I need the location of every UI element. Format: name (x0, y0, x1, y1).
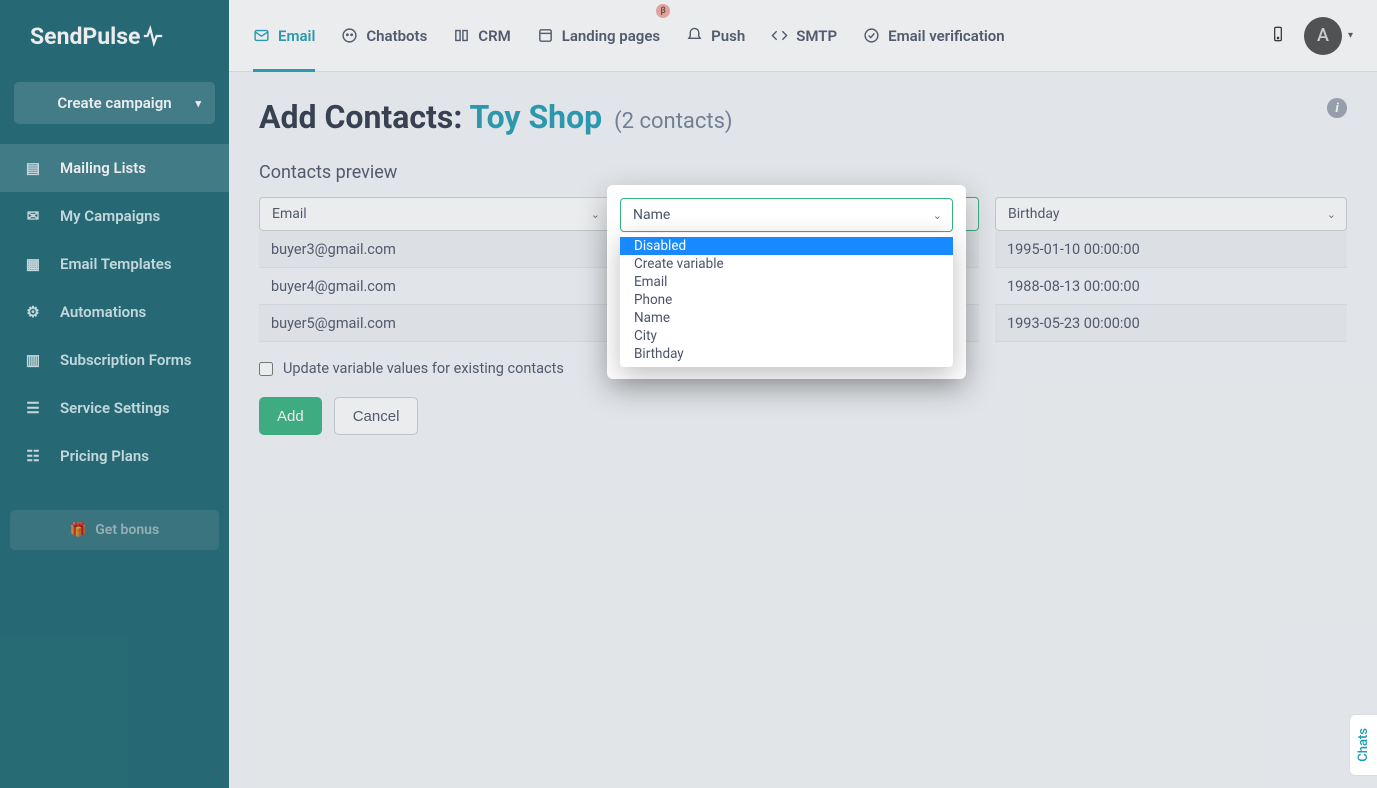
add-button[interactable]: Add (259, 397, 322, 435)
template-icon: ▦ (22, 255, 44, 273)
tab-email[interactable]: Email (253, 0, 315, 72)
user-avatar[interactable]: A (1304, 17, 1342, 55)
pricing-icon: ☷ (22, 447, 44, 465)
crm-icon (453, 27, 470, 44)
top-nav: Email Chatbots CRM Landing pages β Push … (229, 0, 1377, 72)
cancel-button[interactable]: Cancel (334, 397, 419, 435)
tab-chatbots[interactable]: Chatbots (341, 0, 427, 72)
contact-count: (2 contacts) (614, 109, 732, 134)
cell-email: buyer5@gmail.com (259, 305, 611, 342)
pulse-icon (142, 25, 164, 47)
variable-dropdown: Disabled Create variable Email Phone Nam… (620, 233, 953, 367)
cell-birthday: 1993-05-23 00:00:00 (995, 305, 1347, 342)
info-icon[interactable]: i (1327, 98, 1347, 118)
column-select-name-open[interactable]: Name⌄ (620, 198, 953, 232)
collapse-sidebar[interactable]: ‹ (214, 759, 219, 780)
chevron-down-icon: ⌄ (591, 208, 600, 221)
beta-badge: β (656, 4, 670, 18)
chatbot-icon (341, 27, 358, 44)
tab-email-verification[interactable]: Email verification (863, 0, 1005, 72)
sidebar: SendPulse Create campaign ▾ ▤ Mailing Li… (0, 0, 229, 788)
update-variables-checkbox[interactable] (259, 362, 273, 376)
cell-email: buyer3@gmail.com (259, 231, 611, 268)
chevron-down-icon: ▾ (195, 97, 201, 110)
create-campaign-button[interactable]: Create campaign ▾ (14, 82, 215, 124)
dropdown-option-email[interactable]: Email (620, 273, 953, 291)
email-icon (253, 27, 270, 44)
landing-icon (537, 27, 554, 44)
get-bonus-button[interactable]: 🎁 Get bonus (10, 510, 219, 550)
sidebar-item-subscription-forms[interactable]: ▥ Subscription Forms (0, 336, 229, 384)
dropdown-option-create-variable[interactable]: Create variable (620, 255, 953, 273)
chevron-down-icon[interactable]: ▾ (1348, 30, 1353, 41)
dropdown-option-city[interactable]: City (620, 327, 953, 345)
column-select-email[interactable]: Email⌄ (259, 197, 611, 231)
sidebar-item-pricing-plans[interactable]: ☷ Pricing Plans (0, 432, 229, 480)
tab-smtp[interactable]: SMTP (771, 0, 837, 72)
page-title: Add Contacts: Toy Shop (2 contacts) (259, 98, 1347, 136)
send-icon: ✉ (22, 207, 44, 225)
automation-icon: ⚙ (22, 303, 44, 321)
cell-birthday: 1988-08-13 00:00:00 (995, 268, 1347, 305)
main-content: i Add Contacts: Toy Shop (2 contacts) Co… (229, 72, 1377, 788)
sidebar-item-email-templates[interactable]: ▦ Email Templates (0, 240, 229, 288)
dropdown-option-phone[interactable]: Phone (620, 291, 953, 309)
form-icon: ▥ (22, 351, 44, 369)
code-icon (771, 27, 788, 44)
column-select-birthday[interactable]: Birthday⌄ (995, 197, 1347, 231)
sidebar-item-mailing-lists[interactable]: ▤ Mailing Lists (0, 144, 229, 192)
tab-landing-pages[interactable]: Landing pages β (537, 0, 660, 72)
mobile-icon[interactable] (1270, 24, 1286, 48)
check-icon (863, 27, 880, 44)
sidebar-item-my-campaigns[interactable]: ✉ My Campaigns (0, 192, 229, 240)
sidebar-item-service-settings[interactable]: ☰ Service Settings (0, 384, 229, 432)
chats-panel-toggle[interactable]: Chats (1349, 714, 1377, 776)
cell-birthday: 1995-01-10 00:00:00 (995, 231, 1347, 268)
brand-logo[interactable]: SendPulse (0, 0, 229, 72)
chevron-down-icon: ⌄ (1327, 208, 1336, 221)
bell-icon (686, 27, 703, 44)
chevron-down-icon: ⌄ (933, 209, 942, 222)
list-icon: ▤ (22, 159, 44, 177)
tab-crm[interactable]: CRM (453, 0, 510, 72)
settings-icon: ☰ (22, 399, 44, 417)
tab-push[interactable]: Push (686, 0, 745, 72)
section-title: Contacts preview (259, 162, 1347, 183)
dropdown-option-birthday[interactable]: Birthday (620, 345, 953, 363)
dropdown-option-name[interactable]: Name (620, 309, 953, 327)
sidebar-item-automations[interactable]: ⚙ Automations (0, 288, 229, 336)
cell-email: buyer4@gmail.com (259, 268, 611, 305)
dropdown-option-disabled[interactable]: Disabled (620, 237, 953, 255)
gift-icon: 🎁 (70, 522, 87, 538)
dropdown-container: Name⌄ Disabled Create variable Email Pho… (607, 185, 966, 379)
list-name[interactable]: Toy Shop (469, 98, 602, 136)
